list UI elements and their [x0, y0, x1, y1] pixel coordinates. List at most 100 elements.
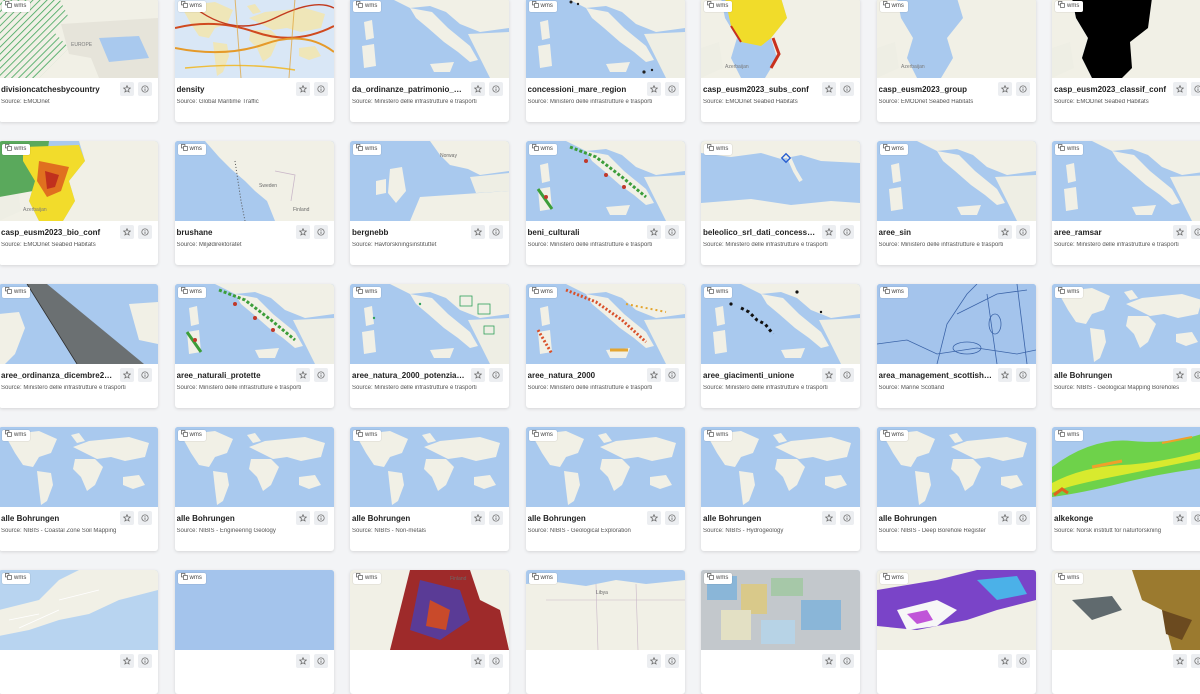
info-button[interactable] — [138, 368, 152, 382]
info-button[interactable] — [664, 82, 679, 96]
info-button[interactable] — [313, 511, 328, 525]
info-button[interactable] — [138, 82, 152, 96]
info-button[interactable] — [840, 225, 854, 239]
dataset-title[interactable]: divisioncatchesbycountry — [1, 85, 115, 94]
dataset-title[interactable]: brushane — [177, 228, 291, 237]
dataset-title[interactable]: casp_eusm2023_bio_conf — [1, 228, 115, 237]
favorite-button[interactable] — [646, 82, 661, 96]
favorite-button[interactable] — [471, 511, 485, 525]
dataset-card[interactable]: wms area_management_scottish_a... Source… — [876, 284, 1036, 408]
dataset-title[interactable]: aree_sin — [879, 228, 993, 237]
info-button[interactable] — [489, 82, 503, 96]
info-button[interactable] — [489, 511, 503, 525]
dataset-card[interactable]: wms alle Bohrungen Source: NIBIS - Deep … — [876, 427, 1036, 551]
dataset-title[interactable]: aree_ramsar — [1054, 228, 1168, 237]
favorite-button[interactable] — [1173, 368, 1187, 382]
info-button[interactable] — [489, 368, 503, 382]
dataset-card[interactable]: wms beleolico_srl_dati_concessione Sourc… — [701, 141, 860, 265]
info-button[interactable] — [1015, 368, 1030, 382]
favorite-button[interactable] — [1173, 225, 1187, 239]
info-button[interactable] — [313, 368, 328, 382]
info-button[interactable] — [1191, 82, 1200, 96]
dataset-title[interactable]: casp_eusm2023_classif_conf — [1054, 85, 1168, 94]
dataset-card[interactable]: wms aree_natura_2000_potenzial_nu Source… — [350, 284, 509, 408]
info-button[interactable] — [664, 511, 679, 525]
dataset-card[interactable]: wms — [1052, 570, 1200, 694]
dataset-title[interactable]: casp_eusm2023_subs_conf — [703, 85, 817, 94]
favorite-button[interactable] — [471, 82, 485, 96]
dataset-title[interactable]: alle Bohrungen — [1054, 371, 1168, 380]
dataset-title[interactable]: alle Bohrungen — [1, 514, 115, 523]
info-button[interactable] — [1191, 368, 1200, 382]
info-button[interactable] — [1015, 511, 1030, 525]
dataset-card[interactable]: wms da_ordinanze_patrimonio_cultu Source… — [350, 0, 509, 122]
dataset-card[interactable]: wms alle Bohrungen Source: NIBIS - Geolo… — [525, 427, 685, 551]
dataset-title[interactable]: concessioni_mare_region — [528, 85, 642, 94]
favorite-button[interactable] — [1173, 511, 1187, 525]
dataset-card[interactable]: wms alle Bohrungen Source: NIBIS - Non-m… — [350, 427, 509, 551]
favorite-button[interactable] — [997, 654, 1012, 668]
favorite-button[interactable] — [471, 225, 485, 239]
favorite-button[interactable] — [120, 368, 134, 382]
info-button[interactable] — [1015, 82, 1030, 96]
favorite-button[interactable] — [295, 654, 310, 668]
dataset-card[interactable]: Libya wms — [525, 570, 685, 694]
dataset-title[interactable]: casp_eusm2023_group — [879, 85, 993, 94]
dataset-title[interactable]: aree_natura_2000 — [528, 371, 642, 380]
dataset-title[interactable]: alkekonge — [1054, 514, 1168, 523]
dataset-card[interactable]: wms alle Bohrungen Source: NIBIS - Coast… — [0, 427, 158, 551]
info-button[interactable] — [138, 654, 152, 668]
favorite-button[interactable] — [1173, 654, 1187, 668]
info-button[interactable] — [1191, 511, 1200, 525]
dataset-title[interactable]: alle Bohrungen — [528, 514, 642, 523]
info-button[interactable] — [313, 654, 328, 668]
dataset-title[interactable]: beni_culturali — [528, 228, 642, 237]
favorite-button[interactable] — [471, 654, 485, 668]
dataset-title[interactable]: alle Bohrungen — [177, 514, 291, 523]
dataset-card[interactable]: wms alkekonge Source: Norsk institutt fo… — [1052, 427, 1200, 551]
favorite-button[interactable] — [295, 511, 310, 525]
info-button[interactable] — [840, 511, 854, 525]
info-button[interactable] — [1015, 654, 1030, 668]
dataset-title[interactable]: alle Bohrungen — [352, 514, 466, 523]
favorite-button[interactable] — [822, 368, 836, 382]
dataset-card[interactable]: wms aree_ramsar Source: Ministero delle … — [1052, 141, 1200, 265]
favorite-button[interactable] — [997, 368, 1012, 382]
favorite-button[interactable] — [997, 82, 1012, 96]
dataset-title[interactable]: da_ordinanze_patrimonio_cultu — [352, 85, 466, 94]
dataset-card[interactable]: wms concessioni_mare_region Source: Mini… — [525, 0, 685, 122]
dataset-card[interactable]: Azerbaijan wms casp_eusm2023_subs_conf S… — [701, 0, 860, 122]
dataset-card[interactable]: wms aree_natura_2000 Source: Ministero d… — [525, 284, 685, 408]
dataset-card[interactable]: wms beni_culturali Source: Ministero del… — [525, 141, 685, 265]
favorite-button[interactable] — [120, 511, 134, 525]
dataset-card[interactable]: wms aree_sin Source: Ministero delle inf… — [876, 141, 1036, 265]
dataset-card[interactable]: wms density Source: Global Maritime Traf… — [174, 0, 334, 122]
favorite-button[interactable] — [646, 368, 661, 382]
info-button[interactable] — [1191, 225, 1200, 239]
dataset-title[interactable]: beleolico_srl_dati_concessione — [703, 228, 817, 237]
dataset-card[interactable]: wms alle Bohrungen Source: NIBIS - Geolo… — [1052, 284, 1200, 408]
dataset-card[interactable]: wms aree_ordinanza_dicembre2021 Source: … — [0, 284, 158, 408]
favorite-button[interactable] — [295, 225, 310, 239]
favorite-button[interactable] — [822, 82, 836, 96]
favorite-button[interactable] — [822, 654, 836, 668]
favorite-button[interactable] — [646, 654, 661, 668]
dataset-title[interactable]: aree_natura_2000_potenzial_nu — [352, 371, 466, 380]
info-button[interactable] — [489, 225, 503, 239]
dataset-card[interactable]: wms alle Bohrungen Source: NIBIS - Hydro… — [701, 427, 860, 551]
dataset-title[interactable]: aree_giacimenti_unione — [703, 371, 817, 380]
dataset-title[interactable]: aree_ordinanza_dicembre2021 — [1, 371, 115, 380]
favorite-button[interactable] — [295, 368, 310, 382]
favorite-button[interactable] — [295, 82, 310, 96]
info-button[interactable] — [664, 225, 679, 239]
dataset-card[interactable]: EUROPE wms divisioncatchesbycountry Sour… — [0, 0, 158, 122]
info-button[interactable] — [313, 82, 328, 96]
info-button[interactable] — [489, 654, 503, 668]
dataset-card[interactable]: wms aree_giacimenti_unione Source: Minis… — [701, 284, 860, 408]
dataset-title[interactable]: area_management_scottish_a... — [879, 371, 993, 380]
info-button[interactable] — [1191, 654, 1200, 668]
favorite-button[interactable] — [997, 511, 1012, 525]
favorite-button[interactable] — [120, 82, 134, 96]
info-button[interactable] — [664, 368, 679, 382]
dataset-card[interactable]: wms aree_naturali_protette Source: Minis… — [174, 284, 334, 408]
